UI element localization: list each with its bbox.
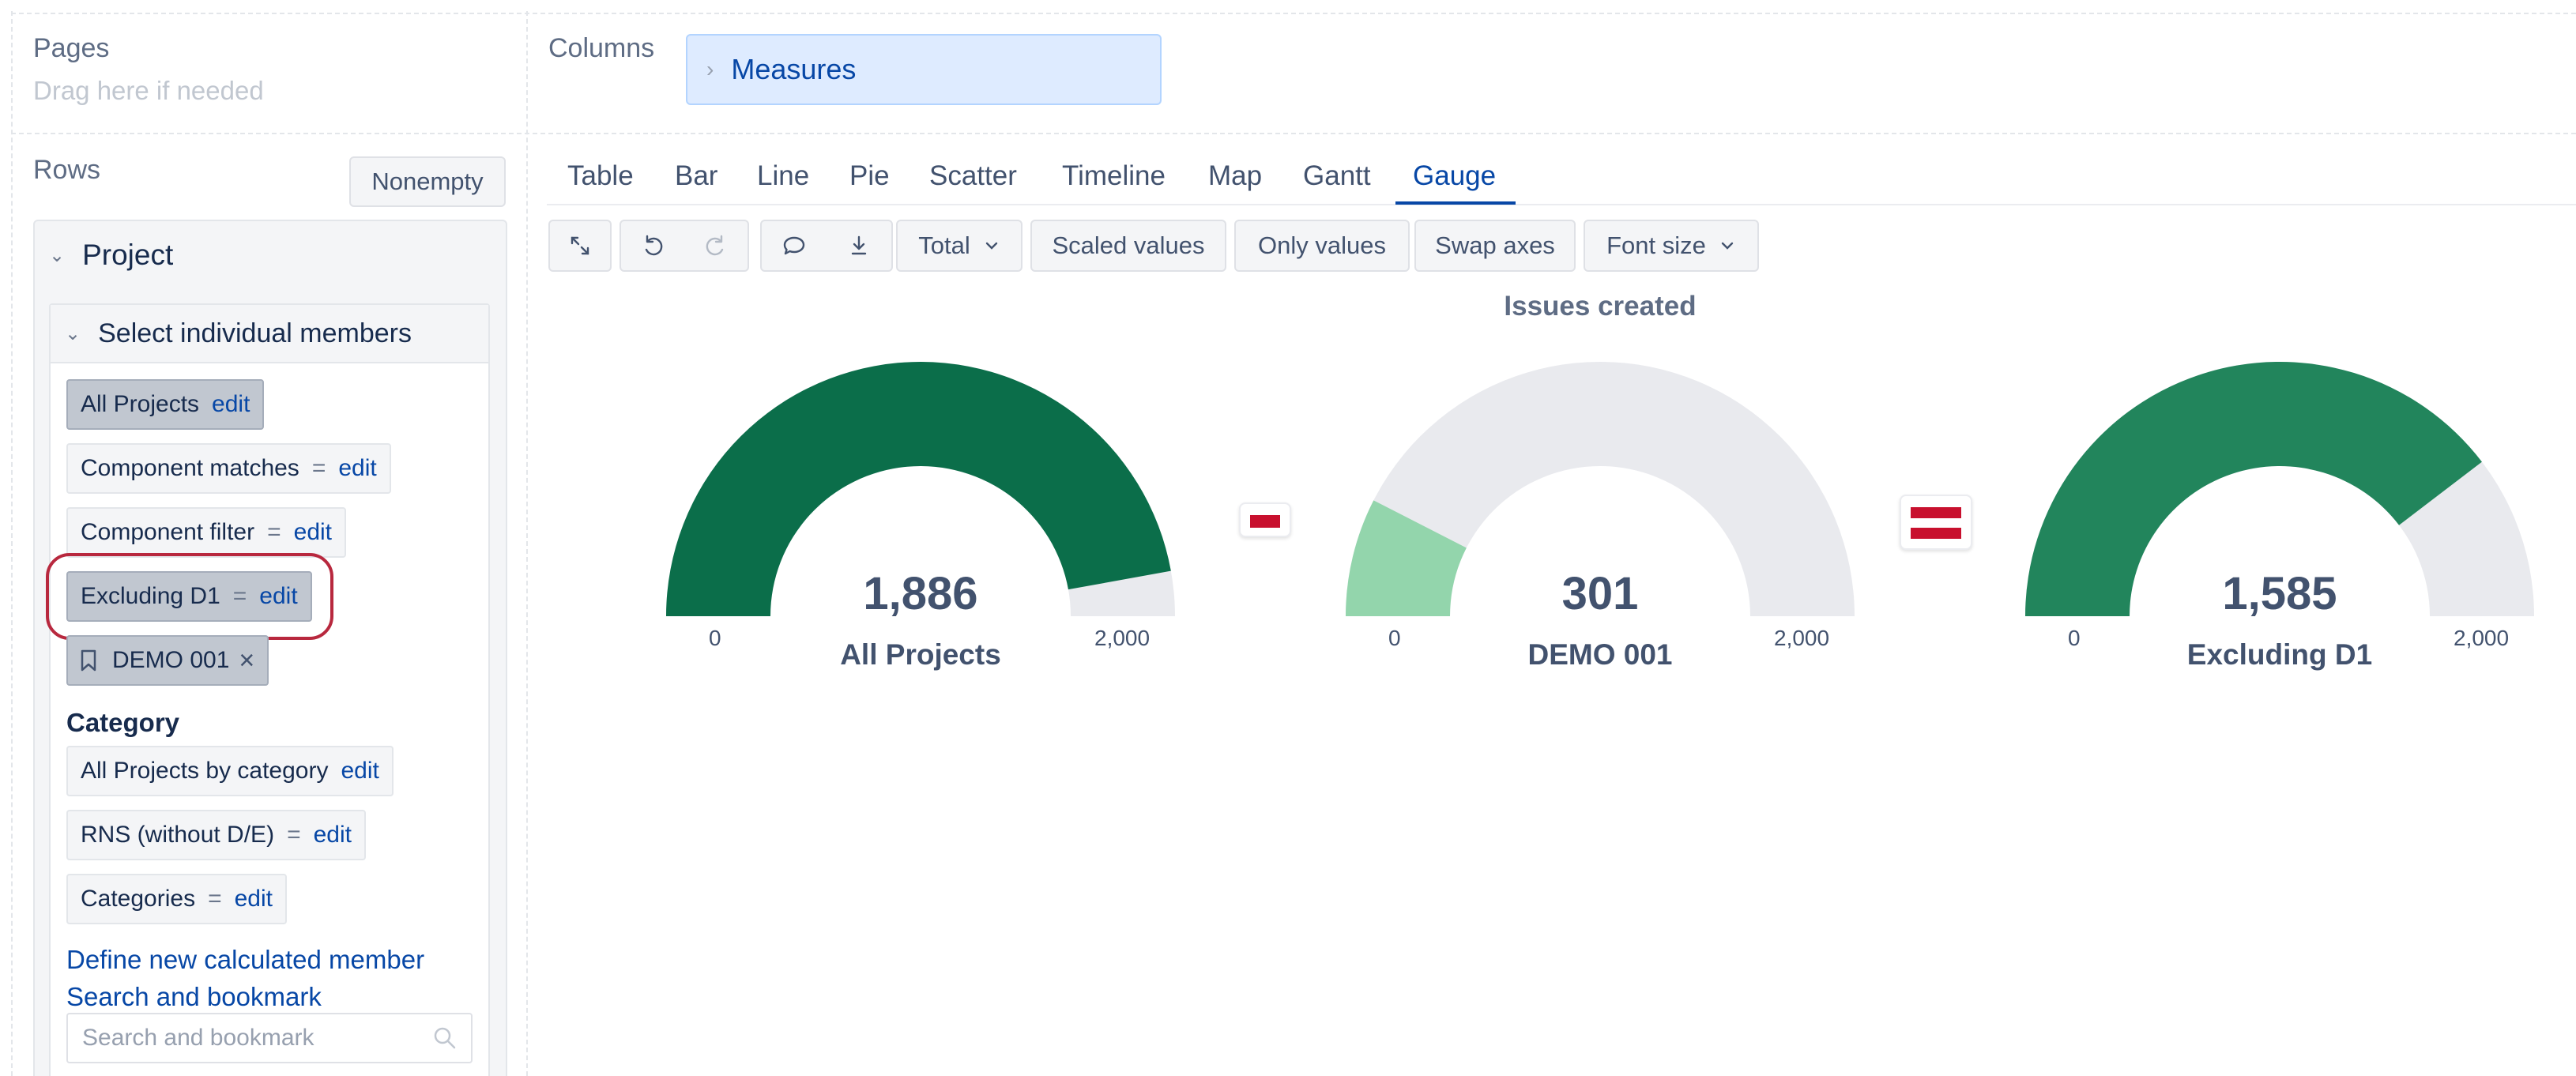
active-tab-indicator — [1395, 201, 1516, 205]
member-label: Component filter — [81, 519, 255, 545]
rows-title: Rows — [33, 155, 101, 185]
project-dimension-header[interactable]: ⌄ Project — [49, 239, 173, 272]
download-icon[interactable] — [845, 232, 872, 259]
gauge-max-label: 2,000 — [1774, 626, 1830, 650]
comment-export-group — [760, 220, 893, 272]
undo-redo-group — [620, 220, 749, 272]
comment-icon[interactable] — [781, 232, 808, 259]
pages-drop-hint: Drag here if needed — [33, 76, 264, 105]
grid-divider — [11, 13, 2576, 14]
font-size-label: Font size — [1606, 231, 1706, 259]
calculated-equals-sign: = — [311, 455, 326, 481]
gauge-value-label: 1,585 — [2222, 568, 2337, 619]
member-label: All Projects by category — [81, 758, 329, 784]
highlight-annotation — [46, 553, 333, 640]
equals-top-bar — [1911, 507, 1961, 518]
measures-dimension-chip[interactable]: › Measures — [686, 34, 1162, 105]
member-label: RNS (without D/E) — [81, 822, 275, 848]
bookmark-icon — [81, 649, 96, 672]
gauge-min-label: 0 — [1388, 626, 1401, 650]
gauge-all-projects: 1,886 All Projects 0 2,000 — [644, 348, 1197, 679]
member-demo-001[interactable]: DEMO 001 × — [66, 635, 269, 686]
swap-axes-button[interactable]: Swap axes — [1414, 220, 1576, 272]
chevron-down-icon — [985, 242, 997, 250]
member-label: DEMO 001 — [112, 647, 230, 673]
search-input[interactable] — [82, 1025, 414, 1052]
tab-timeline[interactable]: Timeline — [1062, 160, 1166, 192]
select-members-header[interactable]: ⌄ Select individual members — [51, 305, 488, 363]
undo-icon[interactable] — [639, 232, 666, 259]
edit-link[interactable]: edit — [235, 886, 273, 912]
equals-operator-icon — [1900, 495, 1972, 550]
minus-bar — [1250, 515, 1280, 528]
member-label: Categories — [81, 886, 196, 912]
chevron-down-icon — [1721, 242, 1734, 250]
font-size-dropdown[interactable]: Font size — [1584, 220, 1759, 272]
redo-icon[interactable] — [702, 232, 729, 259]
tab-bar[interactable]: Bar — [675, 160, 717, 192]
member-label: All Projects — [81, 391, 200, 417]
pages-title: Pages — [33, 33, 110, 63]
edit-link[interactable]: edit — [338, 455, 376, 482]
tabs-divider — [547, 204, 2576, 205]
edit-link[interactable]: edit — [294, 519, 332, 546]
total-label: Total — [918, 231, 970, 259]
edit-link[interactable]: edit — [314, 822, 352, 848]
member-all-projects-by-category[interactable]: All Projects by category edit — [66, 746, 394, 796]
calculated-equals-sign: = — [208, 886, 222, 912]
total-dropdown[interactable]: Total — [896, 220, 1022, 272]
gauge-value-label: 1,886 — [863, 568, 978, 619]
member-rns-without-de[interactable]: RNS (without D/E) = edit — [66, 810, 366, 860]
calculated-equals-sign: = — [287, 822, 301, 848]
gauge-max-label: 2,000 — [2454, 626, 2510, 650]
category-title: Category — [66, 708, 180, 737]
tab-scatter[interactable]: Scatter — [929, 160, 1017, 192]
search-and-bookmark-link[interactable]: Search and bookmark — [66, 982, 322, 1012]
remove-icon[interactable]: × — [239, 645, 254, 676]
calculated-equals-sign: = — [267, 519, 281, 545]
tab-map[interactable]: Map — [1208, 160, 1262, 192]
equals-bottom-bar — [1911, 528, 1961, 539]
project-dimension-title: Project — [82, 239, 174, 271]
search-icon — [434, 1027, 456, 1049]
tab-gauge[interactable]: Gauge — [1413, 160, 1496, 192]
scaled-values-button[interactable]: Scaled values — [1030, 220, 1226, 272]
gauge-demo-001: 301 DEMO 001 0 2,000 — [1324, 348, 1877, 679]
expand-icon — [571, 236, 589, 255]
gauge-max-label: 2,000 — [1094, 626, 1151, 650]
tab-gantt[interactable]: Gantt — [1303, 160, 1371, 192]
gauge-excluding-d1: 1,585 Excluding D1 0 2,000 — [2003, 348, 2556, 679]
select-members-title: Select individual members — [98, 318, 412, 348]
nonempty-button[interactable]: Nonempty — [349, 156, 506, 207]
report-editor: Pages Drag here if needed Columns › Meas… — [0, 0, 2576, 1076]
measures-label: Measures — [731, 53, 857, 85]
chevron-down-icon: ⌄ — [49, 244, 66, 266]
member-categories[interactable]: Categories = edit — [66, 874, 287, 924]
tab-pie[interactable]: Pie — [849, 160, 890, 192]
chevron-down-icon: ⌄ — [65, 322, 81, 344]
edit-link[interactable]: edit — [212, 391, 250, 418]
tab-line[interactable]: Line — [757, 160, 809, 192]
member-all-projects[interactable]: All Projects edit — [66, 379, 265, 430]
gauge-min-label: 0 — [709, 626, 721, 650]
member-label: Component matches — [81, 455, 299, 481]
columns-title: Columns — [548, 33, 655, 63]
gauge-min-label: 0 — [2068, 626, 2081, 650]
chart-title: Issues created — [1504, 291, 1697, 322]
search-bookmark-field[interactable] — [66, 1013, 473, 1063]
member-component-filter[interactable]: Component filter = edit — [66, 507, 347, 558]
fullscreen-button[interactable] — [548, 220, 612, 272]
gauge-value-label: 301 — [1561, 568, 1639, 619]
grid-divider — [11, 11, 13, 1076]
define-calculated-member-link[interactable]: Define new calculated member — [66, 945, 424, 975]
grid-divider — [11, 133, 2576, 134]
tab-table[interactable]: Table — [567, 160, 634, 192]
only-values-button[interactable]: Only values — [1234, 220, 1410, 272]
chevron-right-icon: › — [706, 57, 714, 81]
edit-link[interactable]: edit — [341, 758, 378, 784]
member-component-matches[interactable]: Component matches = edit — [66, 443, 391, 494]
grid-divider — [526, 11, 528, 1076]
minus-operator-icon — [1239, 502, 1291, 537]
